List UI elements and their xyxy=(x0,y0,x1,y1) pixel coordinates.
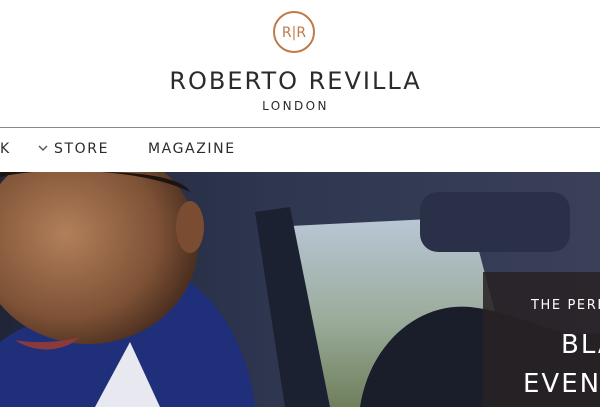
svg-text:R|R: R|R xyxy=(282,25,306,41)
chevron-down-icon[interactable] xyxy=(38,143,48,153)
nav-item-magazine[interactable]: MAGAZINE xyxy=(148,141,236,157)
promo-title-line2: EVEN xyxy=(523,369,600,399)
brand-monogram-logo[interactable]: R|R xyxy=(273,11,315,53)
promo-title-line1: BLA xyxy=(561,330,600,360)
nav-item-store[interactable]: STORE xyxy=(54,141,109,157)
nav-item-partial[interactable]: K xyxy=(0,141,11,157)
brand-name[interactable]: ROBERTO REVILLA xyxy=(0,67,591,95)
main-nav: K STORE MAGAZINE xyxy=(0,128,600,172)
promo-kicker: THE PERF xyxy=(531,298,600,313)
monogram-icon: R|R xyxy=(282,25,306,41)
brand-city: LONDON xyxy=(262,99,329,113)
promo-overlay[interactable]: THE PERF BLA EVEN xyxy=(483,272,600,407)
site-header: R|R ROBERTO REVILLA LONDON xyxy=(0,0,600,128)
